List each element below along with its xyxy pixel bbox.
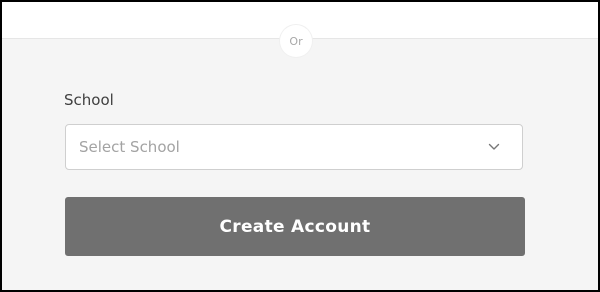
school-select[interactable]: Select School (65, 124, 523, 170)
create-account-button[interactable]: Create Account (65, 197, 525, 256)
or-divider-badge: Or (280, 25, 312, 57)
chevron-down-icon[interactable] (486, 139, 502, 155)
school-select-placeholder: Select School (79, 138, 180, 156)
school-field-label: School (64, 91, 114, 109)
account-creation-panel: Or School Select School Create Account (0, 0, 600, 292)
or-divider-label: Or (289, 34, 303, 48)
